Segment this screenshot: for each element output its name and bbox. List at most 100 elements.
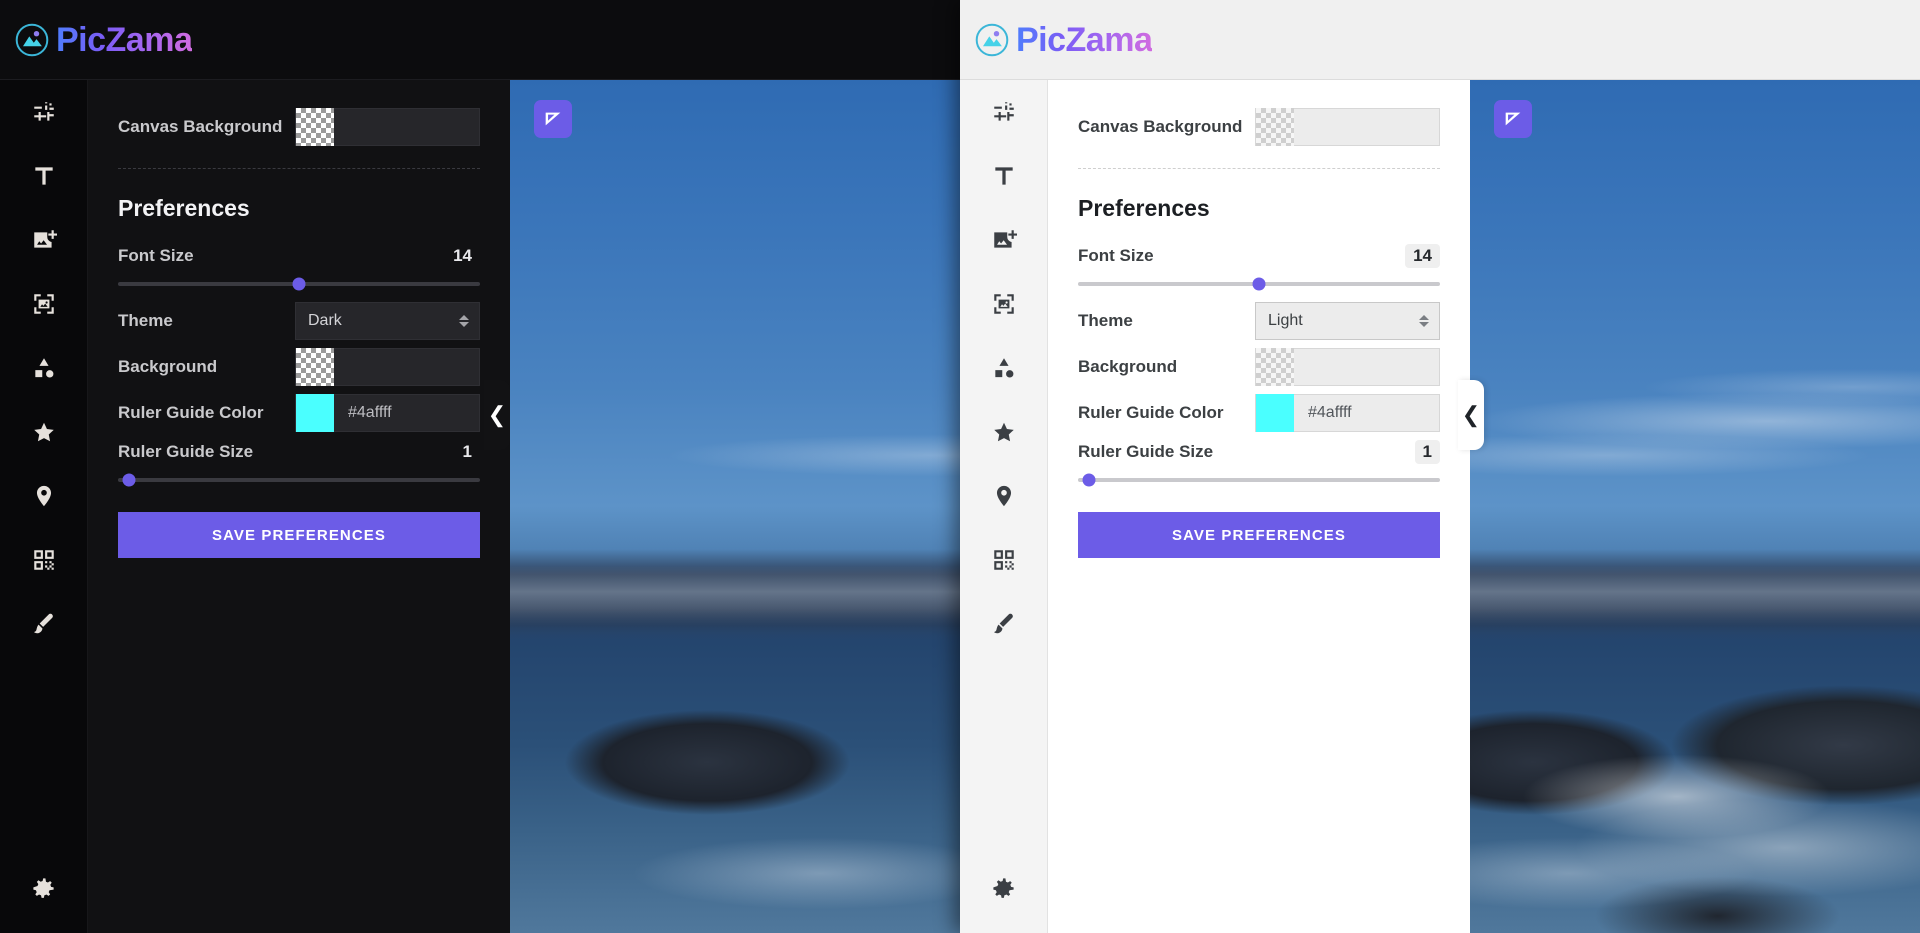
theme-select-value: Dark — [308, 312, 342, 329]
sidebar-item-settings[interactable] — [976, 843, 1032, 933]
font-size-block: Font Size 14 — [118, 244, 480, 291]
sidebar-item-text[interactable] — [976, 144, 1032, 208]
sidebar-item-frame[interactable] — [976, 272, 1032, 336]
ruler-guide-color-swatch[interactable] — [1256, 394, 1294, 432]
theme-row: Theme Dark — [118, 302, 480, 340]
panel-divider — [118, 168, 480, 169]
sidebar-item-shapes[interactable] — [16, 336, 72, 400]
preferences-title: Preferences — [118, 195, 250, 221]
background-label: Background — [118, 357, 218, 376]
save-preferences-button[interactable]: SAVE PREFERENCES — [1078, 512, 1440, 558]
light-canvas-area[interactable] — [1470, 80, 1920, 933]
background-row: Background — [118, 348, 480, 386]
chevron-left-icon: ❮ — [487, 402, 507, 427]
panel-divider — [1078, 168, 1440, 169]
canvas-background-field[interactable] — [295, 108, 480, 146]
font-size-slider[interactable] — [1078, 277, 1440, 291]
brand-name: PicZama — [56, 20, 193, 59]
sidebar-item-brush[interactable] — [976, 592, 1032, 656]
image-circle-icon — [14, 22, 50, 58]
theme-row: Theme Light — [1078, 302, 1440, 340]
background-field[interactable] — [295, 348, 480, 386]
light-preferences-panel: Canvas Background Preferences Font Size … — [1048, 80, 1470, 933]
brand-name: PicZama — [1016, 20, 1153, 59]
theme-select[interactable]: Dark — [295, 302, 480, 340]
transparent-checker-swatch[interactable] — [296, 348, 334, 386]
font-size-value: 14 — [453, 246, 472, 265]
transparent-checker-swatch[interactable] — [1256, 108, 1294, 146]
ruler-guide-size-block: Ruler Guide Size 1 — [1078, 440, 1440, 487]
background-row: Background — [1078, 348, 1440, 386]
sidebar-item-frame[interactable] — [16, 272, 72, 336]
canvas-background-label: Canvas Background — [118, 117, 283, 136]
ruler-guide-size-slider-thumb[interactable] — [122, 473, 136, 487]
sidebar-item-qrcode[interactable] — [976, 528, 1032, 592]
sidebar-item-adjustments[interactable] — [16, 80, 72, 144]
canvas-background-field[interactable] — [1255, 108, 1440, 146]
sidebar-item-location[interactable] — [16, 464, 72, 528]
canvas-background-row: Canvas Background — [1078, 108, 1440, 146]
font-size-slider-thumb[interactable] — [1252, 277, 1266, 291]
dark-preferences-panel: Canvas Background Preferences Font Size … — [88, 80, 510, 933]
ruler-guide-size-label: Ruler Guide Size — [118, 442, 254, 461]
sidebar-item-add-image[interactable] — [16, 208, 72, 272]
ruler-guide-size-slider[interactable] — [1078, 473, 1440, 487]
theme-select[interactable]: Light — [1255, 302, 1440, 340]
transparent-checker-swatch[interactable] — [296, 108, 334, 146]
sidebar-item-favorites[interactable] — [16, 400, 72, 464]
sidebar-item-text[interactable] — [16, 144, 72, 208]
font-size-block: Font Size 14 — [1078, 244, 1440, 291]
font-size-label: Font Size — [118, 246, 194, 265]
brand-logo[interactable]: PicZama — [14, 20, 193, 59]
canvas-photo — [1470, 80, 1920, 933]
ruler-guide-size-label: Ruler Guide Size — [1078, 442, 1214, 461]
image-circle-icon — [974, 22, 1010, 58]
light-sidebar-rail — [960, 80, 1048, 933]
save-preferences-button[interactable]: SAVE PREFERENCES — [118, 512, 480, 558]
ruler-guide-color-field[interactable]: #4affff — [1255, 394, 1440, 432]
ruler-guide-color-swatch[interactable] — [296, 394, 334, 432]
font-size-slider[interactable] — [118, 277, 480, 291]
ruler-guide-size-slider-thumb[interactable] — [1082, 473, 1096, 487]
brand-logo[interactable]: PicZama — [974, 20, 1153, 59]
canvas-background-row: Canvas Background — [118, 108, 480, 146]
chevron-left-icon: ❮ — [1461, 402, 1481, 427]
ruler-guide-color-row: Ruler Guide Color #4affff — [118, 394, 480, 432]
sidebar-item-add-image[interactable] — [976, 208, 1032, 272]
ruler-guide-color-label: Ruler Guide Color — [1078, 403, 1224, 422]
sidebar-item-settings[interactable] — [16, 843, 72, 933]
dark-sidebar-rail — [0, 80, 88, 933]
font-size-slider-thumb[interactable] — [292, 277, 306, 291]
app-root: PicZama Canvas Background Preferences Fo… — [0, 0, 1920, 933]
chevron-updown-icon — [459, 315, 469, 327]
preferences-title: Preferences — [1078, 195, 1210, 221]
background-label: Background — [1078, 357, 1178, 376]
ruler-guide-size-value: 1 — [1414, 440, 1440, 464]
sidebar-item-favorites[interactable] — [976, 400, 1032, 464]
sidebar-item-brush[interactable] — [16, 592, 72, 656]
ruler-guide-color-field[interactable]: #4affff — [295, 394, 480, 432]
dark-panel-collapse-button[interactable]: ❮ — [484, 380, 510, 450]
theme-select-value: Light — [1268, 312, 1303, 329]
ruler-triangle-icon[interactable] — [534, 100, 572, 138]
sidebar-item-shapes[interactable] — [976, 336, 1032, 400]
font-size-label: Font Size — [1078, 246, 1154, 265]
theme-label: Theme — [118, 311, 173, 330]
sidebar-item-adjustments[interactable] — [976, 80, 1032, 144]
ruler-guide-size-value: 1 — [462, 442, 472, 461]
chevron-updown-icon — [1419, 315, 1429, 327]
ruler-guide-size-block: Ruler Guide Size 1 — [118, 440, 480, 487]
ruler-triangle-icon[interactable] — [1494, 100, 1532, 138]
light-panel-collapse-button[interactable]: ❮ — [1458, 380, 1484, 450]
ruler-guide-color-value: #4affff — [1308, 404, 1352, 421]
sidebar-item-qrcode[interactable] — [16, 528, 72, 592]
canvas-background-label: Canvas Background — [1078, 117, 1243, 136]
background-field[interactable] — [1255, 348, 1440, 386]
ruler-guide-size-slider[interactable] — [118, 473, 480, 487]
transparent-checker-swatch[interactable] — [1256, 348, 1294, 386]
ruler-guide-color-label: Ruler Guide Color — [118, 403, 264, 422]
theme-label: Theme — [1078, 311, 1133, 330]
font-size-value: 14 — [1405, 244, 1440, 268]
sidebar-item-location[interactable] — [976, 464, 1032, 528]
light-topbar: PicZama — [960, 0, 1920, 80]
